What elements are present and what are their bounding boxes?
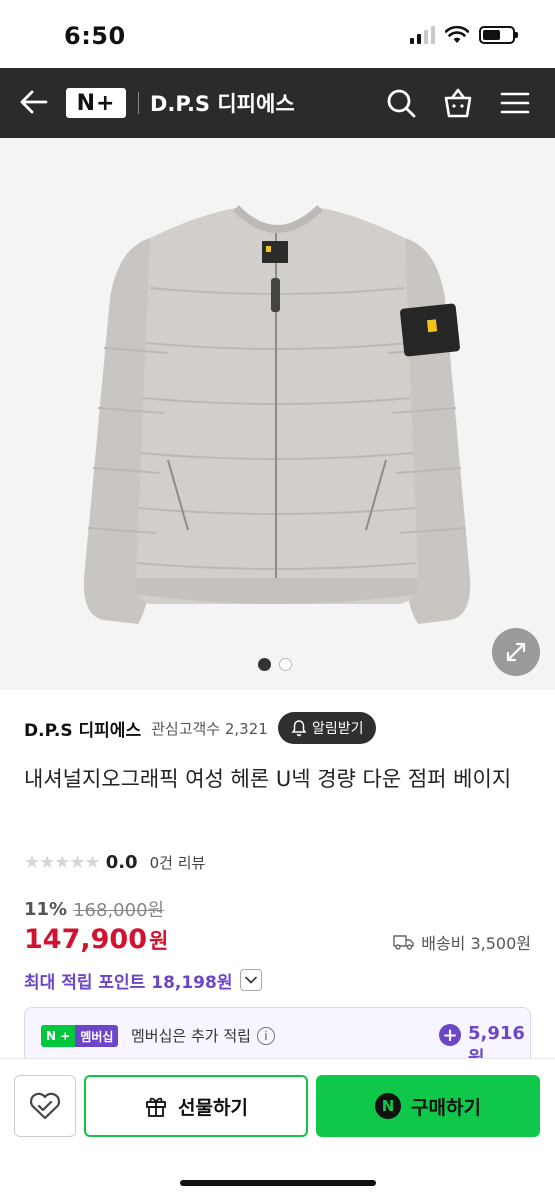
status-bar: 6:50 xyxy=(0,0,555,68)
buy-button[interactable]: N 구매하기 xyxy=(316,1075,540,1137)
buy-button-label: 구매하기 xyxy=(411,1096,481,1119)
points-expand-button[interactable] xyxy=(240,969,263,991)
status-time: 6:50 xyxy=(64,22,126,50)
heart-icon xyxy=(29,1092,61,1120)
gallery-pagination xyxy=(258,658,292,671)
bottom-action-bar: 선물하기 N 구매하기 xyxy=(0,1058,555,1200)
shipping-fee-label: 배송비 3,500원 xyxy=(421,934,531,953)
gift-button-label: 선물하기 xyxy=(178,1096,248,1119)
store-info-row: D.P.S 디피에스 관심고객수 2,321 xyxy=(24,712,268,744)
cellular-signal-icon xyxy=(410,26,435,44)
wishlist-button[interactable] xyxy=(14,1075,76,1137)
expand-arrows-icon xyxy=(506,642,526,662)
rating-score: 0.0 xyxy=(105,851,138,873)
back-arrow-icon[interactable] xyxy=(18,86,50,118)
gift-button[interactable]: 선물하기 xyxy=(84,1075,308,1137)
follower-count: 관심고객수 2,321 xyxy=(151,719,268,738)
battery-icon xyxy=(479,26,518,44)
sale-price: 147,900 xyxy=(24,924,147,955)
rating-stars-icon: ★★★★★ xyxy=(24,851,101,873)
gallery-dot[interactable] xyxy=(279,658,292,671)
gift-icon xyxy=(146,1097,166,1117)
membership-text-row: 멤버십은 추가 적립 i xyxy=(131,1025,275,1046)
shipping-fee[interactable]: 배송비 3,500원 xyxy=(393,930,531,954)
discount-rate: 11% xyxy=(24,898,68,920)
rating-row[interactable]: ★★★★★ 0.0 0건 리뷰 xyxy=(24,850,205,874)
store-brand-title[interactable]: D.P.S 디피에스 xyxy=(150,88,295,118)
top-nav-bar: N+ D.P.S 디피에스 xyxy=(0,68,555,138)
sale-price-row: 147,900 원 xyxy=(24,924,168,962)
status-icons xyxy=(410,26,518,44)
plus-icon: + xyxy=(439,1024,461,1046)
membership-text: 멤버십은 추가 적립 xyxy=(131,1027,251,1045)
alarm-button-label: 알림받기 xyxy=(312,721,364,737)
nav-divider xyxy=(138,92,139,114)
truck-icon xyxy=(393,935,414,950)
gallery-dot-active[interactable] xyxy=(258,658,271,671)
original-price: 168,000원 xyxy=(73,900,165,921)
product-title: 내셔널지오그래픽 여성 헤론 U넥 경량 다운 점퍼 베이지 xyxy=(24,767,512,791)
product-image-gallery[interactable] xyxy=(0,138,555,690)
review-count-link[interactable]: 0건 리뷰 xyxy=(150,852,206,873)
shopping-bag-icon[interactable] xyxy=(441,86,475,120)
max-points-label: 최대 적립 포인트 18,198원 xyxy=(24,972,233,993)
max-points-row[interactable]: 최대 적립 포인트 18,198원 xyxy=(24,966,263,994)
alarm-subscribe-button[interactable]: 알림받기 xyxy=(278,712,376,744)
info-icon[interactable]: i xyxy=(256,1026,275,1045)
home-indicator[interactable] xyxy=(180,1180,376,1186)
search-icon[interactable] xyxy=(384,86,418,120)
product-image-jacket xyxy=(0,138,555,690)
naver-plus-badge: N + xyxy=(41,1025,76,1047)
discount-row: 11% 168,000원 xyxy=(24,896,164,922)
bell-plus-icon xyxy=(291,720,307,737)
chevron-down-icon xyxy=(245,976,258,984)
naver-pay-logo-icon: N xyxy=(375,1093,402,1119)
membership-badge: N + 멤버십 xyxy=(41,1025,119,1047)
menu-icon[interactable] xyxy=(498,86,532,120)
store-name-link[interactable]: D.P.S 디피에스 xyxy=(24,716,141,741)
naver-plus-logo[interactable]: N+ xyxy=(66,88,126,118)
price-currency: 원 xyxy=(148,929,169,953)
wifi-icon xyxy=(445,26,469,43)
expand-image-button[interactable] xyxy=(492,628,540,676)
membership-badge-label: 멤버십 xyxy=(75,1025,119,1047)
